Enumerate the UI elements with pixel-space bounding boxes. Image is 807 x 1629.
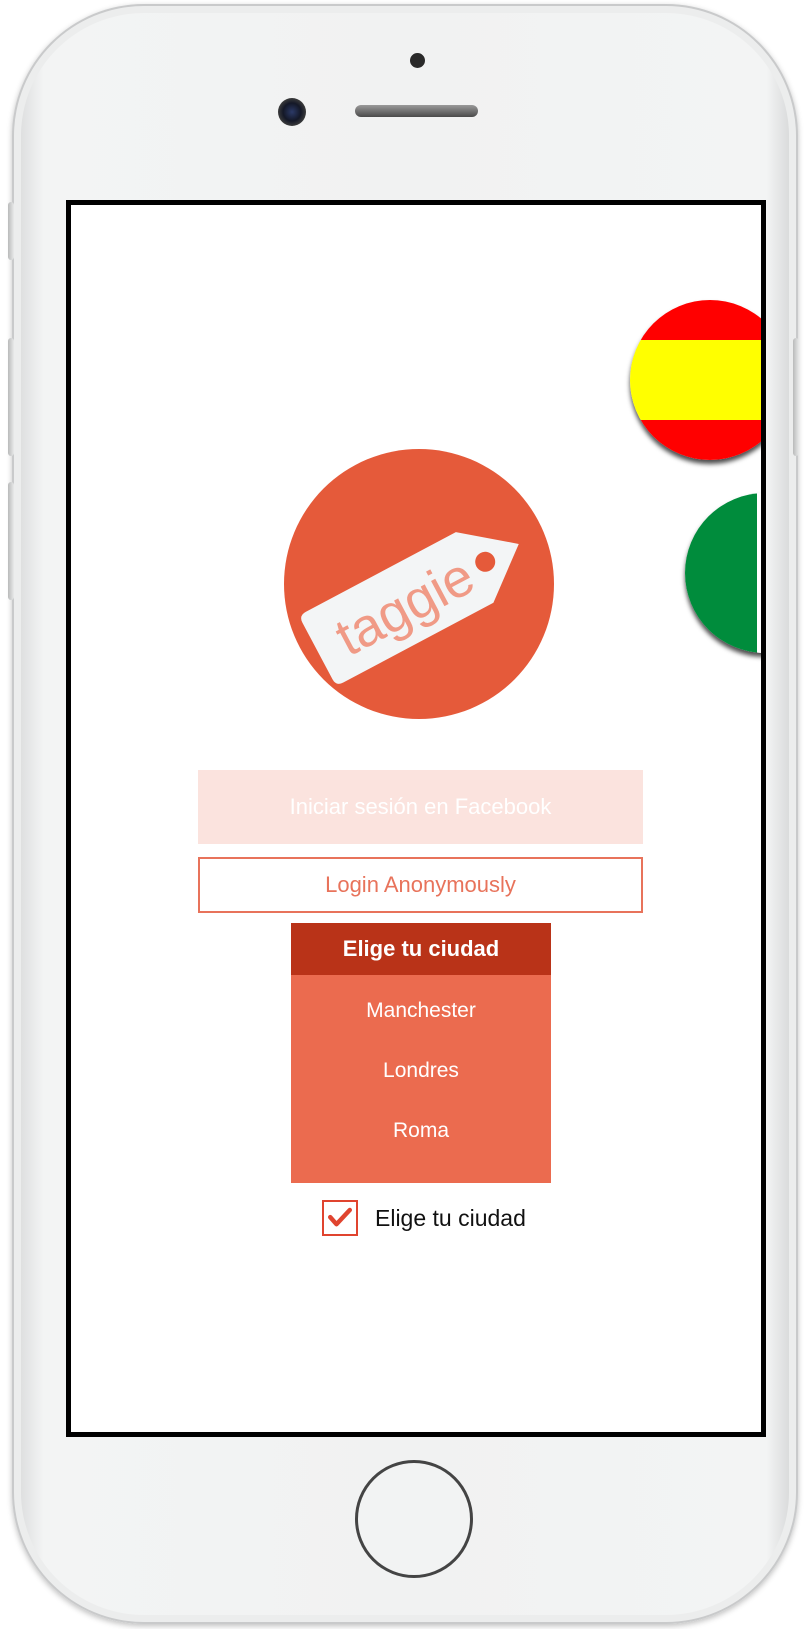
remember-city-label: Elige tu ciudad <box>375 1205 526 1231</box>
city-option-londres[interactable]: Londres <box>291 1041 551 1101</box>
anonymous-login-button[interactable]: Login Anonymously <box>198 857 643 913</box>
city-picker-title: Elige tu ciudad <box>291 923 551 975</box>
volume-down-button <box>8 482 14 600</box>
italy-flag-icon[interactable] <box>685 493 761 653</box>
city-option-roma[interactable]: Roma <box>291 1101 551 1161</box>
home-button[interactable] <box>355 1460 473 1578</box>
volume-up-button <box>8 338 14 456</box>
earpiece-speaker <box>355 105 478 117</box>
spain-flag-icon[interactable] <box>630 300 761 460</box>
app-screen: taggie Iniciar sesión en Facebook Login … <box>66 200 766 1437</box>
front-camera-icon <box>278 98 306 126</box>
mute-switch <box>8 202 14 260</box>
checkmark-icon <box>328 1207 352 1227</box>
taggie-logo: taggie <box>284 449 554 719</box>
city-picker[interactable]: Elige tu ciudad Manchester Londres Roma <box>291 923 551 1183</box>
power-button <box>793 338 799 456</box>
proximity-sensor <box>410 53 425 68</box>
phone-frame: taggie Iniciar sesión en Facebook Login … <box>8 4 799 1624</box>
remember-city-checkbox[interactable] <box>322 1200 358 1236</box>
city-option-manchester[interactable]: Manchester <box>291 981 551 1041</box>
facebook-login-button[interactable]: Iniciar sesión en Facebook <box>198 770 643 844</box>
